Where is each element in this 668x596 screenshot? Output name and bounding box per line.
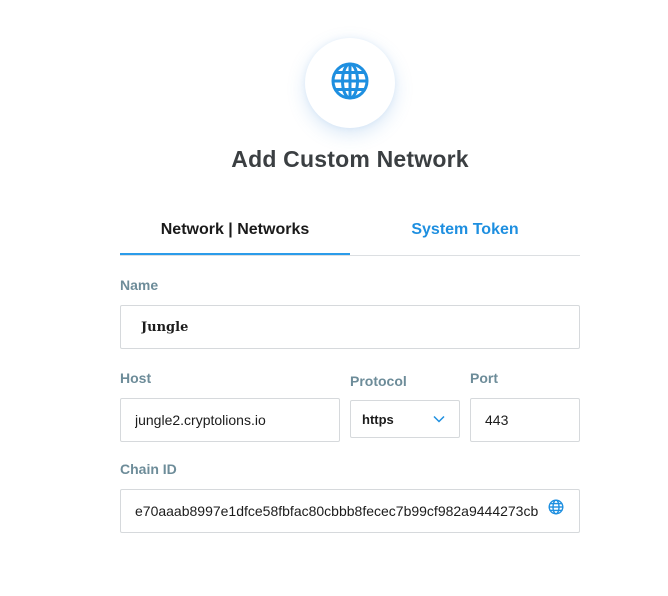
chain-id-field[interactable]: e70aaab8997e1dfce58fbfac80cbbb8fecec7b99… [120,489,580,533]
protocol-value: https [362,411,394,427]
port-input[interactable] [471,412,579,428]
chain-id-value: e70aaab8997e1dfce58fbfac80cbbb8fecec7b99… [135,503,539,519]
page-title: Add Custom Network [231,146,469,172]
host-label: Host [120,370,152,386]
protocol-label: Protocol [350,373,407,389]
tab-bar: Network | Networks System Token [120,206,580,256]
chevron-down-icon [433,415,445,423]
globe-icon[interactable] [548,499,564,518]
network-globe-badge [305,38,395,128]
host-input[interactable] [121,412,339,428]
name-input[interactable] [121,319,579,335]
port-field-container [470,398,580,442]
port-label: Port [470,370,498,386]
tab-network[interactable]: Network | Networks [120,206,350,255]
globe-icon [330,61,370,106]
chain-id-label: Chain ID [120,461,177,477]
name-field-container [120,305,580,349]
host-field-container [120,398,340,442]
protocol-select[interactable]: https [350,400,460,438]
name-label: Name [120,277,159,293]
tab-system-token[interactable]: System Token [350,206,580,254]
